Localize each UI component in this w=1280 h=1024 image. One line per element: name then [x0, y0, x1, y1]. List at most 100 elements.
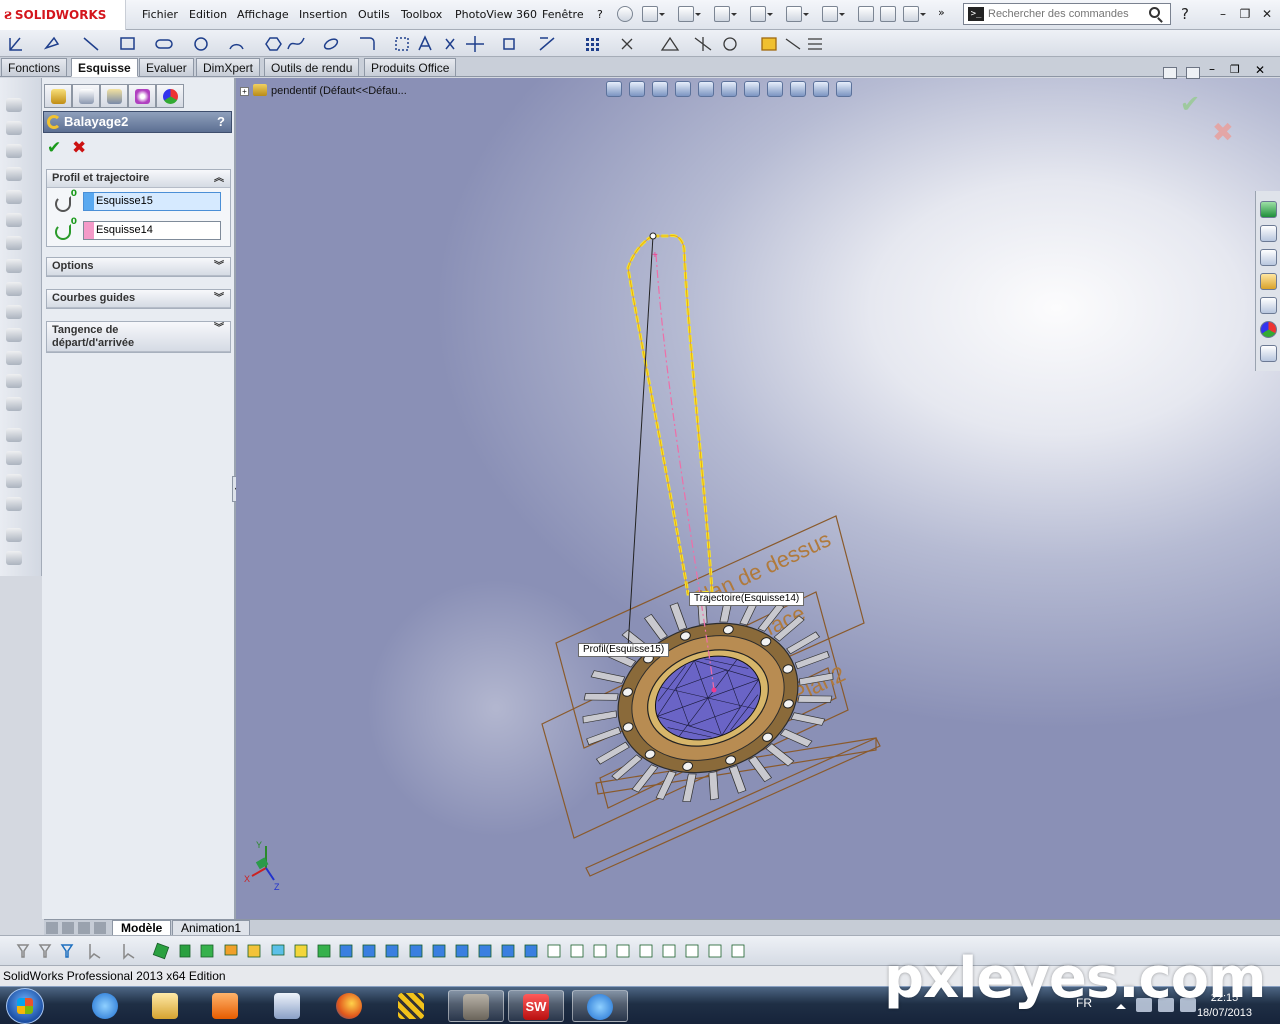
revolve-icon[interactable] [6, 121, 22, 135]
split-line-icon[interactable] [6, 528, 22, 542]
chamfer-icon[interactable] [6, 305, 22, 319]
group-title-tangence[interactable]: Tangence de départ/d'arrivée ︾ [47, 322, 230, 352]
new-document-icon[interactable] [642, 6, 665, 22]
home-icon[interactable] [1260, 225, 1277, 242]
tab-scroll-arrows[interactable] [46, 922, 110, 934]
tile-horizontal-icon[interactable] [1163, 67, 1177, 79]
curves-icon[interactable] [6, 451, 22, 465]
configuration-manager-tab[interactable] [100, 84, 128, 108]
tab-evaluer[interactable]: Evaluer [139, 58, 194, 77]
save-icon[interactable] [714, 6, 737, 22]
dome-icon[interactable] [6, 497, 22, 511]
start-button[interactable] [6, 988, 44, 1024]
taskbar-media[interactable] [198, 990, 254, 1022]
rebuild-icon[interactable] [858, 6, 874, 22]
expand-chevron-icon[interactable]: ︾ [214, 258, 224, 275]
shell-icon[interactable] [6, 351, 22, 365]
wrap-icon[interactable] [6, 474, 22, 488]
boundary-icon[interactable] [6, 190, 22, 204]
open-document-icon[interactable] [678, 6, 701, 22]
tab-fonctions[interactable]: Fonctions [1, 58, 68, 77]
viewport-close-button[interactable]: ✕ [1255, 63, 1265, 77]
group-title-options[interactable]: Options ︾ [47, 258, 230, 276]
menu-fichier[interactable]: Fichier [142, 8, 178, 21]
graphics-area[interactable]: + pendentif (Défaut<<Défau... ✔ ✖ Plan d… [236, 78, 1280, 919]
taskbar-solidworks[interactable]: SW [508, 990, 564, 1022]
search-input[interactable] [988, 8, 1138, 20]
tile-vertical-icon[interactable] [1186, 67, 1200, 79]
display-manager-tab[interactable] [156, 84, 184, 108]
menu-photoview[interactable]: PhotoView 360 [455, 8, 537, 21]
taskbar-explorer[interactable] [138, 990, 194, 1022]
ok-button[interactable]: ✔ [47, 139, 65, 157]
tab-esquisse[interactable]: Esquisse [71, 58, 138, 77]
taskbar-app[interactable] [384, 990, 440, 1022]
taskbar-ie[interactable] [78, 990, 134, 1022]
loft-icon[interactable] [6, 167, 22, 181]
feature-manager-tab[interactable] [44, 84, 72, 108]
group-title-profil[interactable]: Profil et trajectoire ︽ [47, 170, 230, 188]
menu-insertion[interactable]: Insertion [299, 8, 347, 21]
property-manager-tab[interactable] [72, 84, 100, 108]
file-properties-icon[interactable] [880, 6, 896, 22]
menu-affichage[interactable]: Affichage [237, 8, 289, 21]
ref-geometry-icon[interactable] [6, 428, 22, 442]
rib-icon[interactable] [6, 328, 22, 342]
cut-revolve-icon[interactable] [6, 236, 22, 250]
tab-outils-de-rendu[interactable]: Outils de rendu [264, 58, 360, 77]
fillet-feature-icon[interactable] [6, 282, 22, 296]
view-palette-icon[interactable] [1260, 297, 1277, 314]
pm-help-icon[interactable]: ? [217, 112, 225, 132]
group-title-guides[interactable]: Courbes guides ︾ [47, 290, 230, 308]
expand-chevron-icon[interactable]: ︾ [214, 322, 224, 335]
menu-toolbox[interactable]: Toolbox [401, 8, 442, 21]
sweep-icon[interactable] [6, 144, 22, 158]
helix-icon[interactable] [6, 551, 22, 565]
select-icon[interactable] [822, 6, 845, 22]
viewport-restore-button[interactable]: ❐ [1230, 63, 1240, 76]
undo-icon[interactable] [786, 6, 809, 22]
command-search[interactable]: >_ [963, 3, 1171, 25]
hole-wizard-icon[interactable] [6, 397, 22, 411]
taskbar-calculator[interactable] [260, 990, 316, 1022]
cancel-button[interactable]: ✖ [72, 139, 90, 157]
expand-chevron-icon[interactable]: ︾ [214, 290, 224, 307]
appearances-icon[interactable] [1260, 321, 1277, 338]
taskbar-firefox[interactable] [322, 990, 378, 1022]
menu-outils[interactable]: Outils [358, 8, 390, 21]
draft-icon[interactable] [6, 374, 22, 388]
extrude-icon[interactable] [6, 98, 22, 112]
file-explorer-icon[interactable] [1260, 273, 1277, 290]
options-icon[interactable] [903, 6, 926, 22]
path-callout[interactable]: Trajectoire(Esquisse14) [689, 592, 805, 606]
tab-dimxpert[interactable]: DimXpert [196, 58, 261, 77]
cut-extrude-icon[interactable] [6, 213, 22, 227]
custom-properties-icon[interactable] [1260, 345, 1277, 362]
close-button[interactable]: ✕ [1258, 6, 1276, 22]
menu-help[interactable]: ? [597, 8, 603, 21]
profile-field[interactable]: Esquisse15 [83, 192, 221, 211]
menu-fenetre[interactable]: Fenêtre [542, 8, 584, 21]
taskbar-gimp[interactable] [448, 990, 504, 1022]
viewport-minimize-button[interactable]: – [1209, 62, 1215, 76]
solidworks-logo[interactable]: ƨ SOLIDWORKS [0, 0, 126, 30]
dimxpert-manager-tab[interactable] [128, 84, 156, 108]
profile-callout[interactable]: Profil(Esquisse15) [578, 643, 670, 657]
tab-produits-office[interactable]: Produits Office [364, 58, 457, 77]
restore-button[interactable]: ❐ [1236, 6, 1254, 22]
tab-modele[interactable]: Modèle [112, 920, 172, 936]
toolbar-overflow-icon[interactable]: » [938, 6, 945, 19]
menu-edition[interactable]: Edition [189, 8, 227, 21]
help-button[interactable]: ? [1176, 6, 1194, 22]
tab-animation1[interactable]: Animation1 [172, 920, 251, 936]
collapse-chevron-icon[interactable]: ︽ [214, 170, 224, 187]
search-icon[interactable] [1149, 7, 1160, 18]
design-library-icon[interactable] [1260, 249, 1277, 266]
pin-menu-icon[interactable] [617, 6, 633, 22]
print-icon[interactable] [750, 6, 773, 22]
solidworks-resources-icon[interactable] [1260, 201, 1277, 218]
cut-sweep-icon[interactable] [6, 259, 22, 273]
minimize-button[interactable]: – [1214, 6, 1232, 22]
taskbar-download[interactable] [572, 990, 628, 1022]
path-field[interactable]: Esquisse14 [83, 221, 221, 240]
